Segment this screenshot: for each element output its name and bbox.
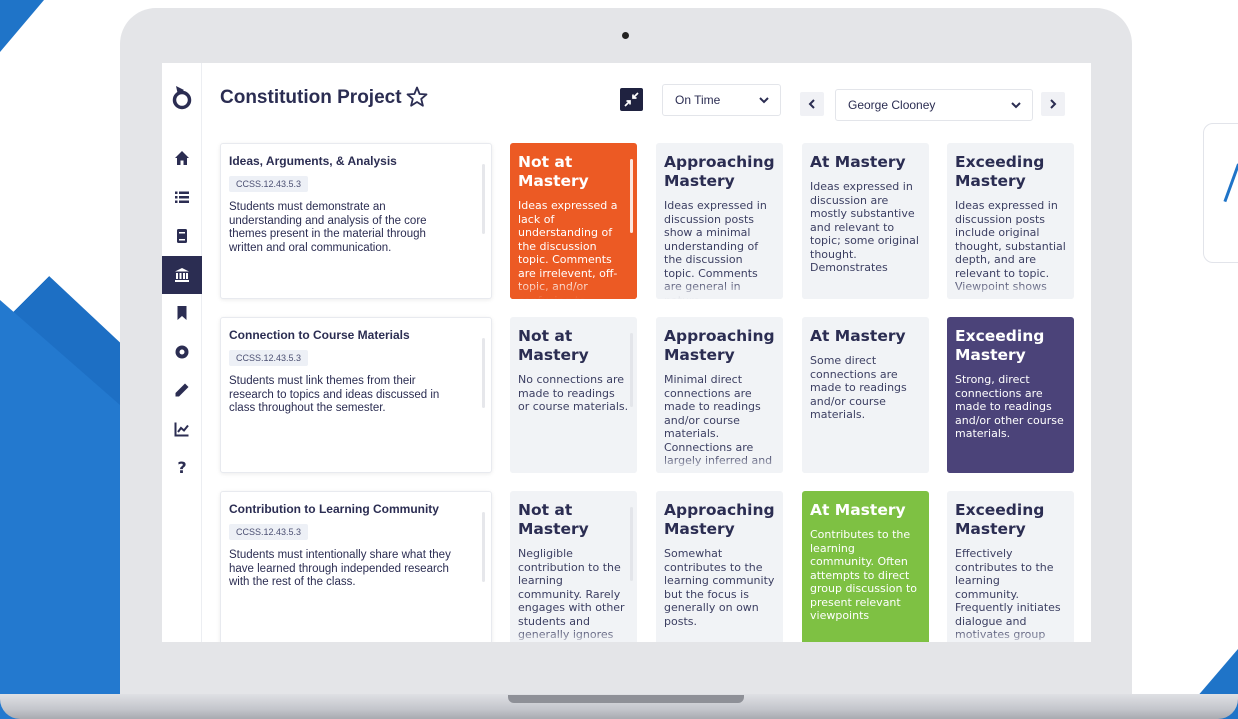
criterion-title: Ideas, Arguments, & Analysis bbox=[229, 154, 397, 168]
level-description: No connections are made to readings or c… bbox=[518, 373, 629, 413]
criterion-card: Connection to Course Materials CCSS.12.43… bbox=[220, 317, 492, 473]
rubric-level-card[interactable]: At Mastery Contributes to the learning co… bbox=[802, 491, 929, 642]
level-name: At Mastery bbox=[810, 153, 906, 171]
rubric-level-card[interactable]: At Mastery Some direct connections are ma… bbox=[802, 317, 929, 473]
level-name: At Mastery bbox=[810, 501, 906, 519]
fade-overlay bbox=[802, 629, 929, 642]
scrollbar[interactable] bbox=[482, 512, 485, 582]
fade-overlay bbox=[947, 629, 1074, 642]
rubric-level-card[interactable]: Exceeding Mastery Ideas expressed in disc… bbox=[947, 143, 1074, 299]
level-name: Approaching Mastery bbox=[664, 327, 775, 364]
scrollbar[interactable] bbox=[482, 164, 485, 234]
level-description: Contributes to the learning community. O… bbox=[810, 528, 917, 622]
rubric-level-card[interactable]: Approaching Mastery Ideas expressed in di… bbox=[656, 143, 783, 299]
standard-code-badge: CCSS.12.43.5.3 bbox=[229, 524, 309, 540]
sidebar: ? bbox=[162, 63, 202, 642]
level-description: Negligible contribution to the learning … bbox=[518, 547, 628, 642]
criterion-description: Students must demonstrate an understandi… bbox=[229, 201, 427, 254]
student-select[interactable]: George Clooney bbox=[835, 89, 1033, 121]
app-screen: ? Constitution Project On Time George Cl… bbox=[162, 63, 1091, 642]
level-description: Ideas expressed in discussion posts incl… bbox=[955, 199, 1066, 293]
level-name: Exceeding Mastery bbox=[955, 501, 1045, 538]
standard-code-badge: CCSS.12.43.5.3 bbox=[229, 350, 309, 366]
rubric-level-card[interactable]: Not at Mastery Ideas expressed a lack of … bbox=[510, 143, 637, 299]
fade-overlay bbox=[802, 455, 929, 473]
level-description: Minimal direct connections are made to r… bbox=[664, 373, 772, 467]
camera-dot bbox=[622, 32, 629, 39]
list-icon[interactable] bbox=[162, 178, 202, 216]
rubric-level-card[interactable]: Approaching Mastery Minimal direct connec… bbox=[656, 317, 783, 473]
chevron-down-icon bbox=[1011, 102, 1021, 109]
chevron-left-icon[interactable] bbox=[800, 92, 824, 116]
rubric-level-card[interactable]: Approaching Mastery Somewhat contributes … bbox=[656, 491, 783, 642]
pencil-icon[interactable] bbox=[162, 371, 202, 409]
criterion-title: Contribution to Learning Community bbox=[229, 502, 439, 516]
scrollbar[interactable] bbox=[482, 338, 485, 408]
criterion-description: Students must link themes from their res… bbox=[229, 375, 440, 414]
fade-overlay bbox=[510, 629, 637, 642]
level-name: Approaching Mastery bbox=[664, 501, 775, 538]
rubric-level-card[interactable]: Exceeding Mastery Effectively contributes… bbox=[947, 491, 1074, 642]
chevron-right-icon[interactable] bbox=[1041, 92, 1065, 116]
fade-overlay bbox=[656, 281, 783, 299]
criterion-card: Ideas, Arguments, & Analysis CCSS.12.43.5… bbox=[220, 143, 492, 299]
level-name: Not at Mastery bbox=[518, 501, 589, 538]
level-name: Exceeding Mastery bbox=[955, 327, 1045, 364]
institution-icon[interactable] bbox=[162, 256, 202, 294]
level-name: Exceeding Mastery bbox=[955, 153, 1045, 190]
level-description: Ideas expressed in discussion are mostly… bbox=[810, 180, 919, 274]
scrollbar[interactable] bbox=[630, 159, 633, 233]
home-icon[interactable] bbox=[162, 139, 202, 177]
level-name: Approaching Mastery bbox=[664, 153, 775, 190]
level-name: At Mastery bbox=[810, 327, 906, 345]
rubric-level-card[interactable]: Not at Mastery Negligible contribution to… bbox=[510, 491, 637, 642]
star-icon[interactable] bbox=[405, 85, 429, 109]
rubric-level-card[interactable]: Not at Mastery No connections are made to… bbox=[510, 317, 637, 473]
criterion-description: Students must intentionally share what t… bbox=[229, 549, 451, 588]
criterion-card: Contribution to Learning Community CCSS.1… bbox=[220, 491, 492, 642]
criterion-title: Connection to Course Materials bbox=[229, 328, 410, 342]
book-icon[interactable] bbox=[162, 217, 202, 255]
level-description: Strong, direct connections are made to r… bbox=[955, 373, 1064, 440]
scrollbar[interactable] bbox=[630, 507, 633, 581]
fade-overlay bbox=[656, 629, 783, 642]
bookmark-icon[interactable] bbox=[162, 294, 202, 332]
page-title: Constitution Project bbox=[220, 87, 402, 108]
fade-overlay bbox=[656, 455, 783, 473]
fade-overlay bbox=[510, 455, 637, 473]
help-icon[interactable]: ? bbox=[162, 448, 202, 486]
level-name: Not at Mastery bbox=[518, 153, 589, 190]
chevron-down-icon bbox=[759, 97, 769, 104]
decor-triangle bbox=[0, 0, 44, 52]
fade-overlay bbox=[947, 455, 1074, 473]
level-name: Not at Mastery bbox=[518, 327, 589, 364]
level-description: Somewhat contributes to the learning com… bbox=[664, 547, 775, 628]
level-description: Effectively contributes to the learning … bbox=[955, 547, 1061, 642]
status-select[interactable]: On Time bbox=[662, 84, 781, 116]
status-select-value: On Time bbox=[675, 93, 721, 107]
fade-overlay bbox=[947, 281, 1074, 299]
collapse-icon[interactable] bbox=[620, 88, 643, 111]
rubric-level-card[interactable]: Exceeding Mastery Strong, direct connecti… bbox=[947, 317, 1074, 473]
decor-card bbox=[1203, 123, 1238, 263]
standard-code-badge: CCSS.12.43.5.3 bbox=[229, 176, 309, 192]
record-icon[interactable] bbox=[162, 333, 202, 371]
rubric-level-card[interactable]: At Mastery Ideas expressed in discussion … bbox=[802, 143, 929, 299]
student-select-value: George Clooney bbox=[848, 98, 936, 112]
fade-overlay bbox=[802, 281, 929, 299]
laptop-notch bbox=[508, 695, 744, 703]
chart-icon[interactable] bbox=[162, 410, 202, 448]
fade-overlay bbox=[510, 281, 637, 299]
scrollbar[interactable] bbox=[630, 333, 633, 407]
level-description: Some direct connections are made to read… bbox=[810, 354, 907, 421]
app-logo-icon[interactable] bbox=[170, 83, 194, 111]
